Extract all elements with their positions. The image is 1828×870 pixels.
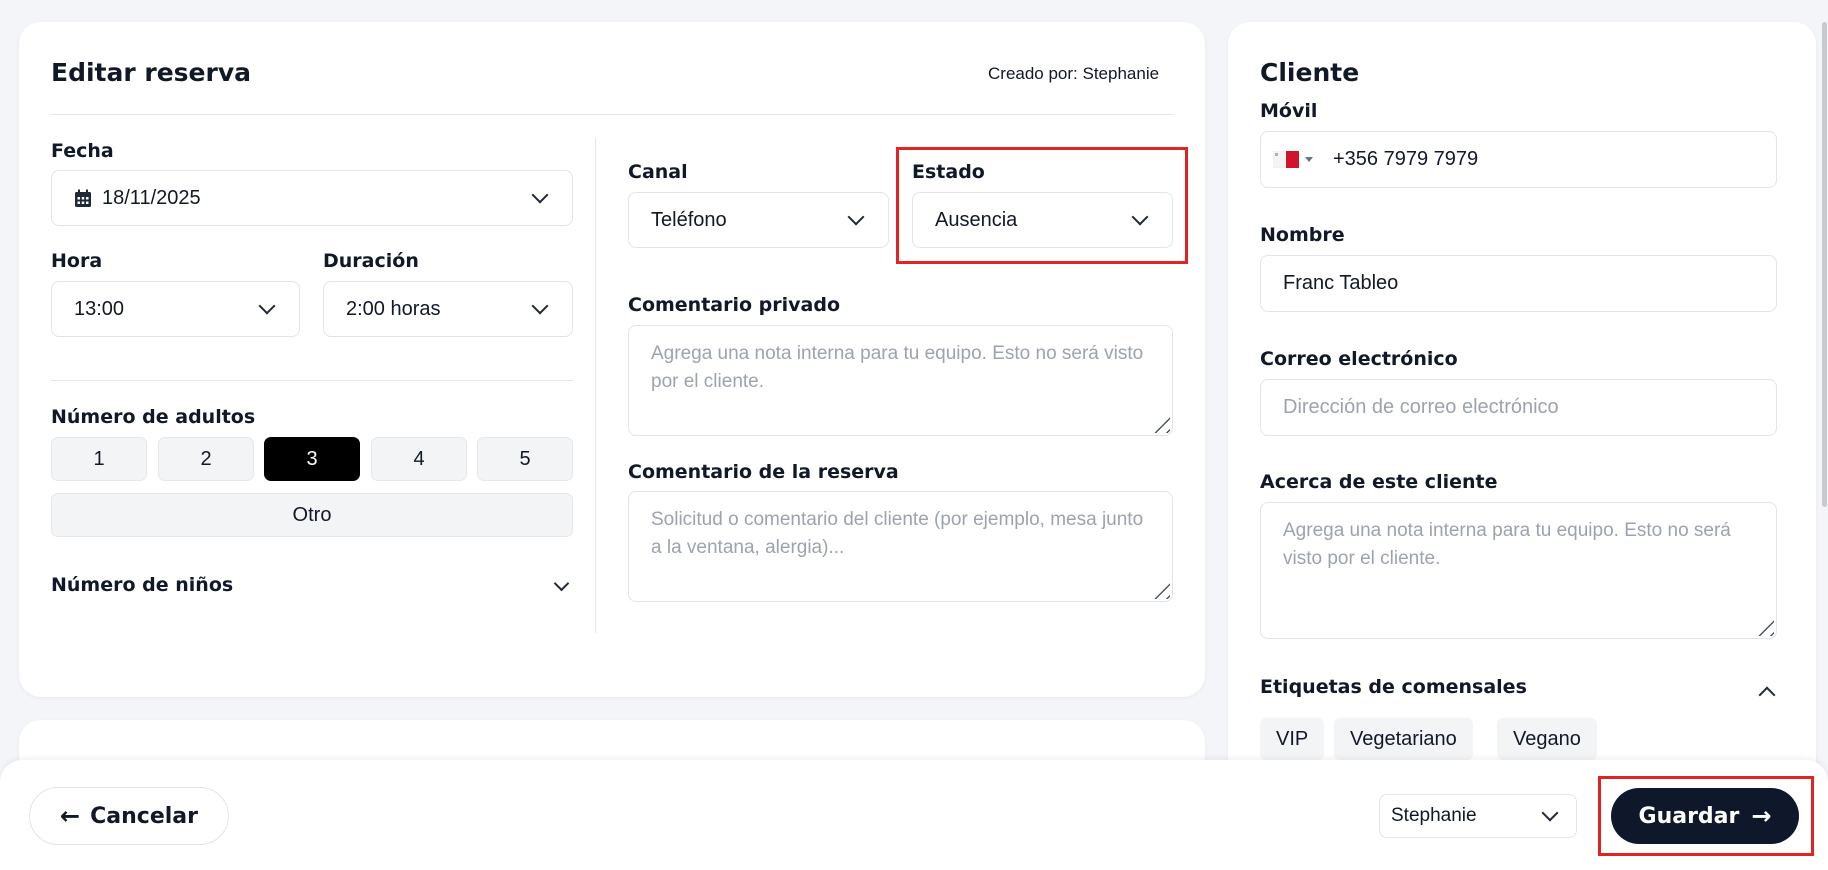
duracion-value: 2:00 horas — [346, 297, 441, 320]
chevron-down-icon — [531, 297, 549, 315]
fecha-label: Fecha — [51, 140, 114, 162]
comentario-reserva-label: Comentario de la reserva — [628, 461, 899, 483]
column-divider — [595, 138, 596, 633]
booking-comment-textarea[interactable]: Solicitud o comentario del cliente (por … — [628, 491, 1173, 602]
canal-value: Teléfono — [651, 208, 727, 231]
adults-option-3-selected[interactable]: 3 — [264, 437, 360, 481]
ninos-toggle[interactable]: Número de niños — [51, 574, 233, 596]
adults-option-5[interactable]: 5 — [477, 437, 573, 481]
resize-grip-icon[interactable] — [1148, 577, 1170, 599]
duracion-select[interactable]: 2:00 horas — [323, 281, 573, 337]
nombre-label: Nombre — [1260, 224, 1345, 246]
resize-grip-icon[interactable] — [1148, 411, 1170, 433]
adults-option-4[interactable]: 4 — [371, 437, 467, 481]
name-input[interactable]: Franc Tableo — [1260, 255, 1777, 312]
booking-comment-placeholder: Solicitud o comentario del cliente (por … — [651, 509, 1144, 558]
correo-label: Correo electrónico — [1260, 348, 1458, 370]
chevron-down-icon — [258, 297, 276, 315]
private-comment-placeholder: Agrega una nota interna para tu equipo. … — [651, 343, 1144, 392]
save-highlight-box — [1598, 776, 1814, 856]
calendar-icon — [74, 189, 92, 207]
private-comment-textarea[interactable]: Agrega una nota interna para tu equipo. … — [628, 325, 1173, 436]
tag-vip[interactable]: VIP — [1260, 718, 1325, 760]
hora-label: Hora — [51, 250, 103, 272]
page-title: Editar reserva — [51, 58, 252, 87]
movil-label: Móvil — [1260, 100, 1318, 122]
tag-vegano[interactable]: Vegano — [1497, 718, 1597, 760]
duracion-label: Duración — [323, 250, 419, 272]
phone-value: +356 7979 7979 — [1333, 148, 1479, 170]
section-divider — [51, 380, 573, 381]
created-by-text: Creado por: Stephanie — [988, 64, 1160, 83]
name-value: Franc Tableo — [1283, 272, 1399, 294]
phone-input[interactable]: +356 7979 7979 — [1260, 131, 1777, 188]
staff-select[interactable]: Stephanie — [1379, 794, 1577, 838]
chevron-down-icon — [1541, 804, 1559, 822]
estado-highlight-box — [896, 147, 1188, 264]
page-scrollbar[interactable] — [1822, 22, 1827, 507]
adults-option-1[interactable]: 1 — [51, 437, 147, 481]
adults-other-button[interactable]: Otro — [51, 493, 573, 537]
title-divider — [51, 114, 1173, 115]
date-picker[interactable]: 18/11/2025 — [51, 170, 573, 226]
hora-select[interactable]: 13:00 — [51, 281, 300, 337]
email-input[interactable]: Dirección de correo electrónico — [1260, 379, 1777, 436]
malta-flag-icon[interactable] — [1273, 151, 1313, 168]
hora-value: 13:00 — [74, 297, 125, 320]
acerca-label: Acerca de este cliente — [1260, 471, 1498, 493]
chevron-down-icon — [847, 208, 865, 226]
tag-vegetariano[interactable]: Vegetariano — [1334, 718, 1473, 760]
cancel-button[interactable]: ← Cancelar — [29, 787, 229, 845]
client-notes-placeholder: Agrega una nota interna para tu equipo. … — [1283, 520, 1731, 569]
etiquetas-label: Etiquetas de comensales — [1260, 676, 1527, 698]
client-title: Cliente — [1260, 58, 1360, 87]
adultos-label: Número de adultos — [51, 406, 256, 428]
staff-value: Stephanie — [1391, 805, 1477, 826]
adults-option-2[interactable]: 2 — [158, 437, 254, 481]
caret-down-icon — [1305, 157, 1313, 162]
date-value: 18/11/2025 — [102, 186, 201, 209]
canal-select[interactable]: Teléfono — [628, 192, 889, 248]
cancel-label: Cancelar — [90, 803, 198, 829]
client-notes-textarea[interactable]: Agrega una nota interna para tu equipo. … — [1260, 502, 1777, 639]
chevron-down-icon — [531, 186, 549, 204]
arrow-left-icon: ← — [60, 802, 81, 830]
canal-label: Canal — [628, 161, 688, 183]
email-placeholder: Dirección de correo electrónico — [1283, 396, 1559, 418]
comentario-privado-label: Comentario privado — [628, 294, 841, 316]
resize-grip-icon[interactable] — [1752, 614, 1774, 636]
